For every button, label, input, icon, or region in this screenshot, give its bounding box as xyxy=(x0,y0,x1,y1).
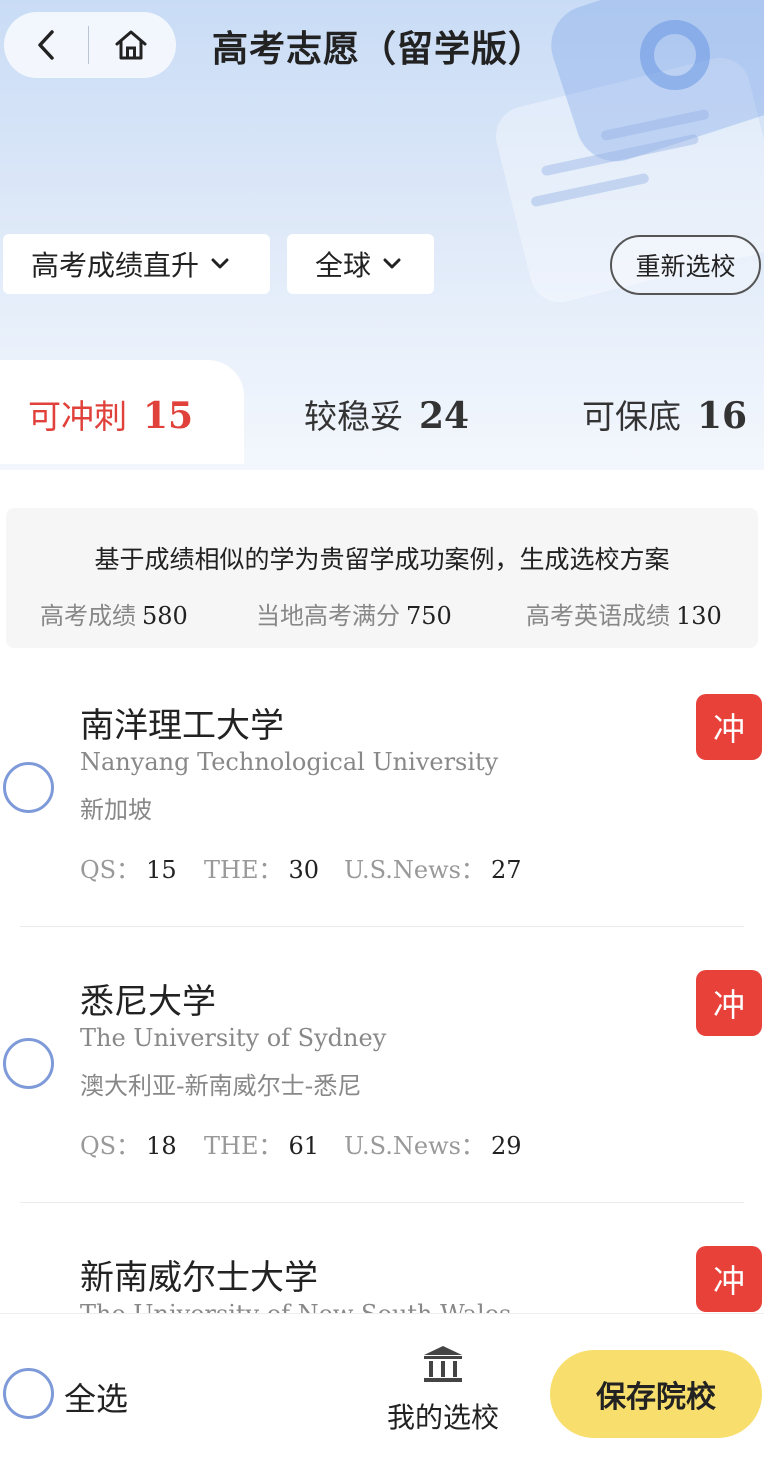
rank-the: THE： 61 xyxy=(204,1126,319,1161)
stat-label: 高考英语成绩 xyxy=(526,602,670,630)
home-icon xyxy=(115,30,147,60)
university-name: 新南威尔士大学 xyxy=(80,1258,318,1298)
tab-stable[interactable]: 较稳妥 24 xyxy=(304,390,469,438)
rank-value: 30 xyxy=(288,856,320,884)
rank-qs: QS： 18 xyxy=(80,1126,177,1161)
university-name-en: The University of Sydney xyxy=(80,1024,387,1052)
university-location: 新加坡 xyxy=(80,796,152,824)
university-location: 澳大利亚-新南威尔士-悉尼 xyxy=(80,1072,362,1100)
chevron-down-icon xyxy=(211,258,229,270)
tab-safety[interactable]: 可保底 16 xyxy=(582,390,747,438)
university-name: 南洋理工大学 xyxy=(80,706,284,746)
stat-value: 580 xyxy=(142,602,188,630)
region-dropdown[interactable]: 全球 xyxy=(287,234,434,294)
university-card[interactable]: 悉尼大学 The University of Sydney 澳大利亚-新南威尔士… xyxy=(0,926,764,1203)
nav-pill xyxy=(4,12,176,78)
english-score-stat: 高考英语成绩 130 xyxy=(526,596,722,631)
select-radio[interactable] xyxy=(3,762,54,813)
score-mode-label: 高考成绩直升 xyxy=(31,249,200,282)
tab-label: 可冲刺 xyxy=(28,397,127,436)
rank-usnews: U.S.News： 29 xyxy=(344,1126,521,1161)
tier-tabs: 可冲刺 15 较稳妥 24 可保底 16 xyxy=(0,360,764,464)
institution-icon xyxy=(424,1346,462,1382)
region-label: 全球 xyxy=(315,249,372,282)
my-choice-label: 我的选校 xyxy=(386,1401,499,1434)
reselect-button[interactable]: 重新选校 xyxy=(610,235,761,295)
university-card[interactable]: 南洋理工大学 Nanyang Technological University … xyxy=(0,650,764,927)
tab-count: 24 xyxy=(419,395,470,437)
tab-sprint[interactable]: 可冲刺 15 xyxy=(28,390,193,438)
score-mode-dropdown[interactable]: 高考成绩直升 xyxy=(3,234,270,294)
gaokao-score-stat: 高考成绩 580 xyxy=(40,596,188,631)
tab-label: 可保底 xyxy=(582,397,681,436)
rank-label: QS： xyxy=(80,1132,141,1160)
tab-label: 较稳妥 xyxy=(304,397,403,436)
university-name-en: The University of New South Wales xyxy=(80,1300,511,1313)
rank-label: U.S.News： xyxy=(344,856,485,884)
bottom-action-bar: 全选 我的选校 保存院校 xyxy=(0,1313,764,1463)
tab-count: 16 xyxy=(697,395,748,437)
stat-label: 当地高考满分 xyxy=(256,602,400,630)
rank-value: 27 xyxy=(490,856,522,884)
university-card[interactable]: 新南威尔士大学 The University of New South Wale… xyxy=(0,1202,764,1313)
stat-label: 高考成绩 xyxy=(40,602,136,630)
tier-badge: 冲 xyxy=(696,694,762,760)
page-title: 高考志愿（留学版） xyxy=(212,29,546,70)
stat-value: 130 xyxy=(676,602,722,630)
select-all-radio[interactable] xyxy=(3,1368,54,1419)
stat-value: 750 xyxy=(406,602,452,630)
select-all-label[interactable]: 全选 xyxy=(64,1374,128,1420)
full-score-stat: 当地高考满分 750 xyxy=(256,596,452,631)
back-button[interactable] xyxy=(4,12,88,78)
rank-value: 61 xyxy=(288,1132,320,1160)
rank-qs: QS： 15 xyxy=(80,850,177,885)
back-arrow-icon xyxy=(38,30,54,60)
rank-the: THE： 30 xyxy=(204,850,319,885)
rank-value: 29 xyxy=(490,1132,522,1160)
chevron-down-icon xyxy=(383,258,401,270)
rank-value: 15 xyxy=(146,856,177,884)
rank-label: U.S.News： xyxy=(344,1132,485,1160)
rank-value: 18 xyxy=(146,1132,177,1160)
my-choice-button[interactable]: 我的选校 xyxy=(378,1344,508,1436)
select-radio[interactable] xyxy=(3,1038,54,1089)
tab-count: 15 xyxy=(143,395,194,437)
tier-badge: 冲 xyxy=(696,1246,762,1312)
rank-label: THE： xyxy=(204,856,283,884)
university-name-en: Nanyang Technological University xyxy=(80,748,499,776)
tier-badge: 冲 xyxy=(696,970,762,1036)
decorative-ring xyxy=(640,20,710,90)
home-button[interactable] xyxy=(89,12,173,78)
university-list: 南洋理工大学 Nanyang Technological University … xyxy=(0,650,764,1313)
score-info-box: 基于成绩相似的学为贵留学成功案例，生成选校方案 高考成绩 580 当地高考满分 75… xyxy=(6,508,758,648)
info-title: 基于成绩相似的学为贵留学成功案例，生成选校方案 xyxy=(94,545,670,574)
rank-usnews: U.S.News： 27 xyxy=(344,850,521,885)
rank-label: THE： xyxy=(204,1132,283,1160)
university-name: 悉尼大学 xyxy=(80,982,216,1022)
rank-label: QS： xyxy=(80,856,141,884)
save-button[interactable]: 保存院校 xyxy=(550,1350,762,1438)
